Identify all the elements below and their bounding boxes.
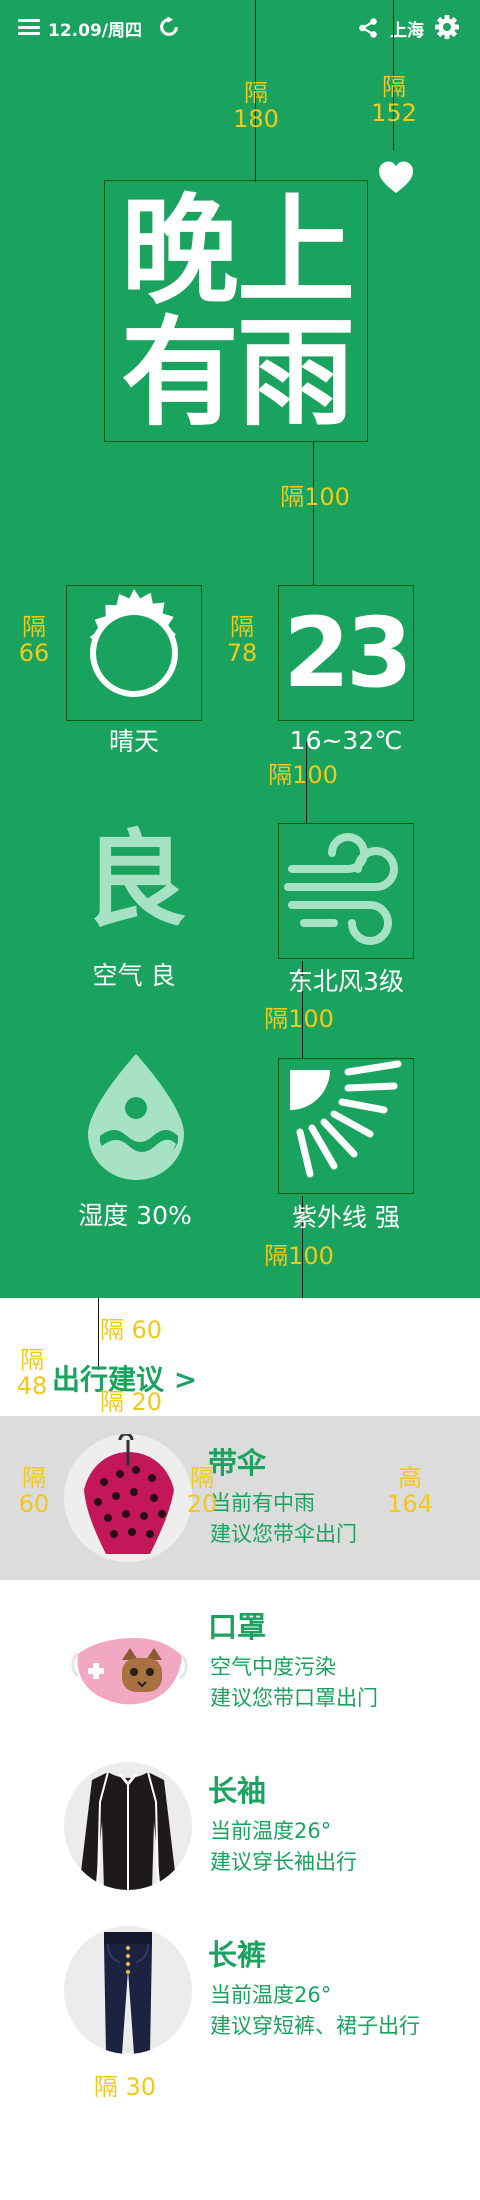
umbrella-image xyxy=(64,1434,192,1562)
annotation-gap-48: 隔 48 xyxy=(16,1346,48,1400)
pants-image xyxy=(64,1926,192,2054)
annotation-gap-100: 隔100 xyxy=(268,761,338,789)
headline: 晚上 有雨 xyxy=(106,182,368,442)
annotation-gap-100: 隔100 xyxy=(264,1005,334,1033)
weather-condition: 晴天 xyxy=(108,727,159,756)
item-line-1: 空气中度污染 xyxy=(210,1655,336,1679)
annotation-gap-30: 隔 30 xyxy=(93,2073,157,2101)
annotation-gap-60-left: 隔 60 xyxy=(18,1464,50,1518)
refresh-icon[interactable] xyxy=(158,16,180,38)
item-name: 长裤 xyxy=(208,1938,267,1972)
sun-icon xyxy=(89,589,178,697)
humidity-label: 湿度 30% xyxy=(78,1201,192,1230)
item-line-1: 当前温度26° xyxy=(210,1819,332,1843)
headline-line-1: 晚上 xyxy=(120,182,355,320)
annotation-gap-152: 隔 152 xyxy=(371,73,417,127)
annotation-height-164: 高 164 xyxy=(387,1464,433,1518)
sunshine-icon xyxy=(290,1060,402,1178)
advice-item-mask[interactable]: 口罩 空气中度污染 建议您带口罩出门 xyxy=(0,1580,480,1744)
item-line-2: 建议您带伞出门 xyxy=(210,1522,357,1546)
annotation-gap-100: 隔100 xyxy=(280,483,350,511)
air-quality-glyph: 良 xyxy=(82,819,187,941)
gear-icon[interactable] xyxy=(434,14,460,40)
mask-image xyxy=(64,1598,192,1726)
menu-icon[interactable] xyxy=(18,19,40,35)
top-bar: 12.09/周四 上海 xyxy=(0,0,480,56)
city-selector[interactable]: 上海 xyxy=(390,16,424,41)
annotation-gap-20-right: 隔 20 xyxy=(186,1464,218,1518)
date-label: 12.09/周四 xyxy=(48,21,142,41)
wind-icon xyxy=(284,833,398,945)
uv-label: 紫外线 强 xyxy=(292,1203,400,1232)
air-quality-label: 空气 良 xyxy=(92,961,176,990)
guide-line xyxy=(313,442,314,585)
item-line-2: 建议穿长袖出行 xyxy=(210,1850,357,1874)
heart-icon[interactable] xyxy=(378,160,414,196)
annotation-gap-180: 隔 180 xyxy=(233,79,279,133)
item-line-2: 建议您带口罩出门 xyxy=(210,1686,378,1710)
item-line-1: 当前温度26° xyxy=(210,1983,332,2007)
item-line-1: 当前有中雨 xyxy=(210,1491,315,1515)
advice-item-pants[interactable]: 长裤 当前温度26° 建议穿短裤、裙子出行 xyxy=(0,1908,480,2072)
wind-label: 东北风3级 xyxy=(288,967,404,996)
advice-item-long-sleeve[interactable]: 长袖 当前温度26° 建议穿长袖出行 xyxy=(0,1744,480,1908)
temperature-value: 23 xyxy=(283,597,413,709)
headline-line-2: 有雨 xyxy=(120,304,355,442)
temperature-range: 16~32℃ xyxy=(289,726,403,755)
water-drop-icon xyxy=(88,1054,184,1180)
annotation-gap-66: 隔 66 xyxy=(18,613,50,667)
item-name: 长袖 xyxy=(208,1774,267,1808)
annotation-gap-60: 隔 60 xyxy=(99,1316,163,1344)
annotation-gap-78: 隔 78 xyxy=(226,613,258,667)
share-icon[interactable] xyxy=(357,17,379,39)
long-sleeve-image xyxy=(64,1762,192,1890)
item-name: 口罩 xyxy=(208,1610,267,1644)
annotation-gap-20: 隔 20 xyxy=(99,1388,163,1416)
item-line-2: 建议穿短裤、裙子出行 xyxy=(210,2014,420,2038)
annotation-gap-100: 隔100 xyxy=(264,1242,334,1270)
